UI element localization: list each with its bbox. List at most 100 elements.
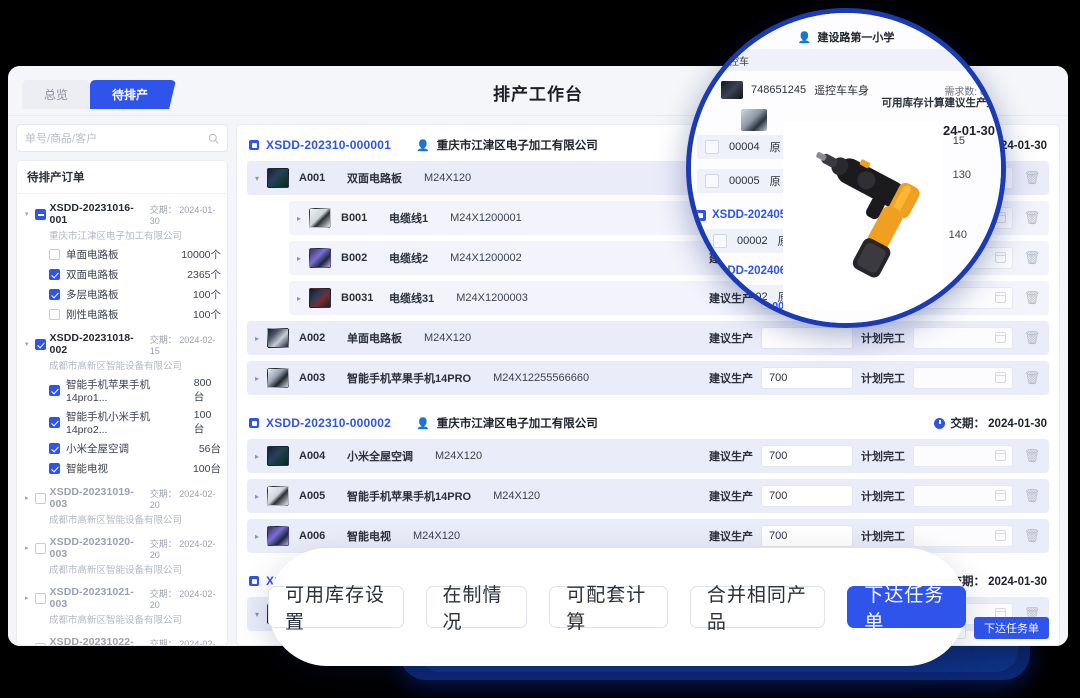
order-item-row[interactable]: 双面电路板 2365个 bbox=[49, 267, 221, 282]
delete-row-icon[interactable]: 🗑 bbox=[1021, 210, 1043, 226]
chevron-right-icon[interactable]: ▸ bbox=[297, 254, 309, 263]
order-group[interactable]: ▸ XSDD-20231020-003 交期： 2024-02-20 成都市高新区智能… bbox=[17, 532, 227, 582]
calendar-icon[interactable] bbox=[994, 490, 1006, 501]
delete-row-icon[interactable]: 🗑 bbox=[1021, 528, 1043, 544]
issue-task-order-button-pill[interactable]: 下达任务单 bbox=[847, 585, 966, 633]
order-header-row[interactable]: ▾ XSDD-20231016-001 交期： 2024-01-30 bbox=[23, 202, 221, 226]
merge-same-products-button-pill[interactable]: 合并相同产品 bbox=[689, 585, 826, 633]
order-checkbox[interactable] bbox=[34, 338, 46, 350]
order-item-row[interactable]: 多层电路板 100个 bbox=[49, 287, 221, 302]
suggest-production-input[interactable]: 700 bbox=[761, 367, 853, 389]
calendar-icon[interactable] bbox=[994, 530, 1006, 541]
plan-finish-date-input[interactable] bbox=[913, 485, 1013, 507]
kitting-calculation-button[interactable]: 可配套计算 bbox=[549, 585, 668, 633]
order-item-row[interactable]: 智能手机苹果手机14pro1... 800台 bbox=[49, 377, 221, 404]
chevron-right-icon[interactable]: ▸ bbox=[23, 594, 31, 602]
delete-row-icon[interactable]: 🗑 bbox=[1021, 170, 1043, 186]
expand-square-icon[interactable] bbox=[695, 209, 706, 221]
collapse-square-icon[interactable] bbox=[249, 576, 259, 586]
chevron-down-icon[interactable]: ▾ bbox=[255, 610, 267, 619]
order-checkbox[interactable] bbox=[34, 542, 46, 554]
calendar-icon[interactable] bbox=[994, 332, 1006, 343]
order-item-row[interactable]: 智能电视 100台 bbox=[49, 461, 221, 476]
product-name: 电缆线31 bbox=[389, 293, 435, 305]
collapse-square-icon[interactable] bbox=[249, 418, 259, 428]
suggest-production-input[interactable]: 700 bbox=[761, 445, 853, 467]
search-input[interactable]: 单号/商品/客户 bbox=[16, 124, 228, 152]
order-item-row[interactable]: 刚性电路板 100个 bbox=[49, 307, 221, 322]
delete-row-icon[interactable]: 🗑 bbox=[1021, 290, 1043, 306]
plan-finish-date-input[interactable] bbox=[913, 525, 1013, 547]
delete-row-icon[interactable]: 🗑 bbox=[1021, 330, 1043, 346]
delete-row-icon[interactable]: 🗑 bbox=[1021, 370, 1043, 386]
suggest-production-input[interactable] bbox=[761, 327, 853, 349]
order-group[interactable]: ▾ XSDD-20231016-001 交期： 2024-01-30 重庆市江津区电子… bbox=[17, 198, 227, 328]
issue-task-order-button[interactable]: 下达任务单 bbox=[974, 617, 1049, 639]
product-row[interactable]: ▸ A005 智能手机苹果手机14PRO M24X120 建议生产 700 计划完工 🗑 bbox=[247, 479, 1049, 513]
suggest-production-input[interactable]: 700 bbox=[761, 525, 853, 547]
chevron-right-icon[interactable]: ▸ bbox=[255, 532, 267, 541]
chevron-right-icon[interactable]: ▸ bbox=[23, 644, 31, 645]
chevron-right-icon[interactable]: ▸ bbox=[255, 492, 267, 501]
search-icon[interactable] bbox=[208, 131, 219, 149]
chevron-right-icon[interactable]: ▸ bbox=[255, 374, 267, 383]
magnifier-block-1[interactable]: XSDD-2024053 bbox=[695, 209, 793, 221]
collapse-square-icon[interactable] bbox=[249, 140, 259, 150]
order-item-checkbox[interactable] bbox=[49, 269, 60, 280]
product-row[interactable]: ▸ A003 智能手机苹果手机14PRO M24X12255566660 建议生产 700… bbox=[247, 361, 1049, 395]
chevron-right-icon[interactable]: ▸ bbox=[23, 544, 31, 552]
order-group[interactable]: ▾ XSDD-20231018-002 交期： 2024-02-15 成都市高新区智能… bbox=[17, 328, 227, 482]
order-checkbox[interactable] bbox=[34, 492, 46, 504]
order-item-checkbox[interactable] bbox=[49, 417, 60, 428]
plan-finish-date-input[interactable] bbox=[913, 445, 1013, 467]
magnifier-block-2[interactable]: XSDD-2024060 bbox=[695, 265, 793, 277]
plan-finish-date-input[interactable] bbox=[913, 367, 1013, 389]
order-header-row[interactable]: ▸ XSDD-20231021-003 交期： 2024-02-20 bbox=[23, 586, 221, 610]
order-header-row[interactable]: ▸ XSDD-20231022-003 交期： 2024-02-20 bbox=[23, 636, 221, 645]
order-header-row[interactable]: ▸ XSDD-20231019-003 交期： 2024-02-20 bbox=[23, 486, 221, 510]
cordless-drill-image bbox=[816, 152, 920, 278]
order-item-checkbox[interactable] bbox=[49, 463, 60, 474]
product-row[interactable]: ▸ A002 单面电路板 M24X120 建议生产 计划完工 🗑 bbox=[247, 321, 1049, 355]
order-header-row[interactable]: ▸ XSDD-20231020-003 交期： 2024-02-20 bbox=[23, 536, 221, 560]
order-checkbox[interactable] bbox=[34, 642, 46, 645]
calendar-icon[interactable] bbox=[994, 450, 1006, 461]
order-item-row[interactable]: 单面电路板 10000个 bbox=[49, 247, 221, 262]
chevron-right-icon[interactable]: ▸ bbox=[297, 214, 309, 223]
order-item-checkbox[interactable] bbox=[49, 443, 60, 454]
available-stock-settings-button[interactable]: 可用库存设置 bbox=[268, 585, 404, 633]
chevron-right-icon[interactable]: ▸ bbox=[255, 334, 267, 343]
delete-row-icon[interactable]: 🗑 bbox=[1021, 488, 1043, 504]
wip-status-button[interactable]: 在制情况 bbox=[425, 585, 528, 633]
order-group[interactable]: ▸ XSDD-20231021-003 交期： 2024-02-20 成都市高新区智能… bbox=[17, 582, 227, 632]
chevron-right-icon[interactable]: ▸ bbox=[23, 494, 31, 502]
magnifier-top-row: 遥控车 bbox=[709, 49, 993, 71]
order-header-row[interactable]: ▾ XSDD-20231018-002 交期： 2024-02-15 bbox=[23, 332, 221, 356]
order-item-row[interactable]: 小米全屋空调 56台 bbox=[49, 441, 221, 456]
order-item-checkbox[interactable] bbox=[49, 289, 60, 300]
order-checkbox[interactable] bbox=[34, 208, 46, 220]
order-item-checkbox[interactable] bbox=[49, 249, 60, 260]
chevron-down-icon[interactable]: ▾ bbox=[23, 340, 31, 348]
order-group[interactable]: ▸ XSDD-20231019-003 交期： 2024-02-20 成都市高新区智能… bbox=[17, 482, 227, 532]
pending-orders-list[interactable]: ▾ XSDD-20231016-001 交期： 2024-01-30 重庆市江津区电子… bbox=[17, 194, 227, 645]
product-row[interactable]: ▸ A004 小米全屋空调 M24X120 建议生产 700 计划完工 🗑 bbox=[247, 439, 1049, 473]
calendar-icon[interactable] bbox=[994, 372, 1006, 383]
plan-finish-date-input[interactable] bbox=[913, 327, 1013, 349]
order-item-checkbox[interactable] bbox=[49, 385, 60, 396]
order-block-header[interactable]: XSDD-202310-000002 👤 重庆市江津区电子加工有限公司 交期： 202… bbox=[247, 409, 1049, 439]
chevron-right-icon[interactable]: ▸ bbox=[255, 452, 267, 461]
order-item-row[interactable]: 智能手机小米手机14pro2... 100台 bbox=[49, 409, 221, 436]
order-due-date: 交期： 2024-02-15 bbox=[149, 334, 216, 356]
order-group[interactable]: ▸XSDD-20231022-003交期： 2024-02-20成都市高新区智能… bbox=[17, 632, 227, 645]
delete-row-icon[interactable]: 🗑 bbox=[1021, 250, 1043, 266]
order-item-checkbox[interactable] bbox=[49, 309, 60, 320]
delete-row-icon[interactable]: 🗑 bbox=[1021, 448, 1043, 464]
order-checkbox[interactable] bbox=[34, 592, 46, 604]
chevron-down-icon[interactable]: ▾ bbox=[23, 210, 31, 218]
expand-square-icon-2[interactable] bbox=[695, 265, 706, 277]
chevron-right-icon[interactable]: ▸ bbox=[297, 294, 309, 303]
chevron-down-icon[interactable]: ▾ bbox=[255, 174, 267, 183]
suggest-production-input[interactable]: 700 bbox=[761, 485, 853, 507]
order-number: XSDD-20231016-001 bbox=[49, 202, 134, 226]
